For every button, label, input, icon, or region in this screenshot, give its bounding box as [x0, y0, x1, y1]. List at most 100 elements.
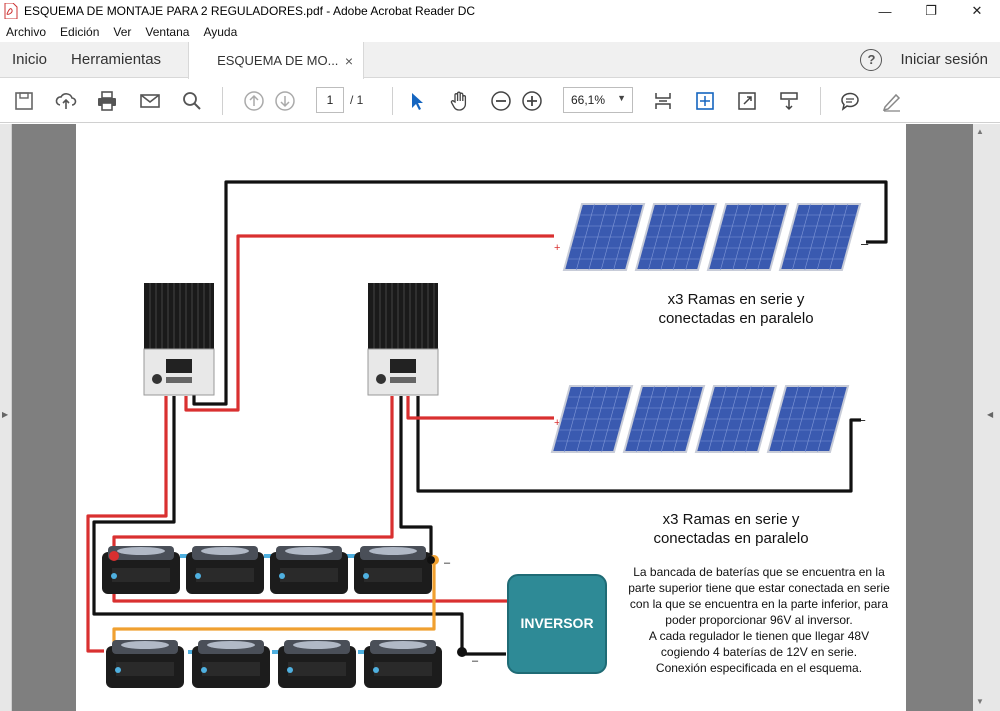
toolbar: [0, 79, 1000, 123]
zoom-out-icon[interactable]: [489, 89, 513, 113]
signin-link[interactable]: Iniciar sesión: [900, 51, 988, 68]
help-icon[interactable]: ?: [860, 48, 883, 71]
window-title: ESQUEMA DE MONTAJE PARA 2 REGULADORES.pd…: [24, 4, 476, 18]
tab-spacer: [364, 42, 860, 77]
wire-negative-reg2-battery: [399, 396, 433, 560]
solar-panel: [634, 203, 718, 271]
scroll-mode-icon[interactable]: [777, 89, 801, 113]
print-icon[interactable]: [95, 89, 119, 113]
charge-regulators-group: [143, 283, 439, 396]
menu-ver[interactable]: Ver: [113, 25, 131, 39]
document-viewer: ◀ ▲ ◀ ▼ + – + – – – INVERSOR x3 Ramas en…: [0, 124, 1000, 711]
charge-regulator: [143, 283, 215, 396]
label-top-array: x3 Ramas en serie y conectadas en parale…: [606, 290, 866, 328]
toolbar-separator: [820, 87, 821, 115]
scroll-up-icon[interactable]: ▲: [976, 127, 984, 136]
solar-panel: [706, 203, 790, 271]
note-line: poder proporcionar 96V al inversor.: [665, 613, 853, 627]
tab-bar: Inicio Herramientas ESQUEMA DE MO... × ?…: [0, 42, 1000, 79]
note-line: La bancada de baterías que se encuentra …: [633, 565, 885, 579]
chevron-down-icon: ▼: [617, 93, 626, 103]
right-panel-rail[interactable]: ▲ ◀ ▼: [973, 124, 1000, 711]
inverter-label: INVERSOR: [520, 615, 593, 631]
expand-right-panel-icon[interactable]: ◀: [987, 410, 993, 419]
solar-panel: [694, 385, 778, 453]
battery: [364, 640, 442, 688]
title-bar: ESQUEMA DE MONTAJE PARA 2 REGULADORES.pd…: [0, 0, 1000, 22]
expand-left-panel-icon[interactable]: ◀: [2, 410, 8, 419]
battery: [106, 640, 184, 688]
terminal-dot: [427, 556, 435, 564]
batteries-group: [102, 546, 442, 688]
upload-icon[interactable]: [54, 89, 78, 113]
wire-positive-mid-array: [406, 396, 554, 420]
solar-panel: [766, 385, 850, 453]
explanation-note: La bancada de baterías que se encuentra …: [614, 564, 904, 676]
menu-edicion[interactable]: Edición: [60, 25, 99, 39]
toolbar-separator: [222, 87, 223, 115]
label-top-line2: conectadas en paralelo: [658, 310, 814, 327]
search-icon[interactable]: [180, 89, 204, 113]
charge-regulator: [367, 283, 439, 396]
hand-icon[interactable]: [447, 89, 471, 113]
save-icon[interactable]: [12, 89, 36, 113]
prev-page-icon[interactable]: [242, 89, 266, 113]
menu-archivo[interactable]: Archivo: [6, 25, 46, 39]
terminal-dot: [109, 551, 119, 561]
label-top-line1: x3 Ramas en serie y: [667, 291, 805, 308]
note-line: con la que se encuentra en la parte infe…: [629, 597, 889, 611]
terminal-dot: [457, 647, 467, 657]
select-arrow-icon[interactable]: [405, 89, 429, 113]
label-mid-array: x3 Ramas en serie y conectadas en parale…: [601, 510, 861, 548]
minus-sign-top: –: [861, 236, 869, 251]
minimize-button[interactable]: —: [862, 0, 908, 22]
note-line: cogiendo 4 baterías de 12V en serie.: [660, 645, 858, 659]
next-page-icon[interactable]: [273, 89, 297, 113]
minus-sign-mid: –: [858, 412, 866, 427]
comment-icon[interactable]: [838, 89, 862, 113]
wire-negative-reg1-battery: [92, 396, 464, 654]
solar-panel: [562, 203, 646, 271]
email-icon[interactable]: [138, 89, 162, 113]
read-mode-icon[interactable]: [735, 89, 759, 113]
menu-bar: Archivo Edición Ver Ventana Ayuda: [0, 22, 1000, 42]
label-mid-line2: conectadas en paralelo: [653, 530, 809, 547]
zoom-in-icon[interactable]: [520, 89, 544, 113]
plus-sign-top: +: [554, 242, 560, 254]
battery: [354, 546, 432, 594]
note-line: parte superior tiene que estar conectada…: [628, 581, 890, 595]
pdf-page: + – + – – – + INVERSOR x3 Ramas en serie…: [76, 124, 906, 711]
tab-document[interactable]: ESQUEMA DE MO... ×: [188, 42, 365, 79]
minus-sign-battery-top: –: [444, 557, 451, 569]
zoom-select[interactable]: 66,1% ▼: [563, 87, 633, 113]
tab-inicio[interactable]: Inicio: [0, 42, 59, 77]
page-number-input[interactable]: 1: [316, 87, 344, 113]
fit-page-icon[interactable]: [651, 89, 675, 113]
battery: [270, 546, 348, 594]
solar-panel: [778, 203, 862, 271]
close-tab-icon[interactable]: ×: [345, 53, 353, 69]
restore-button[interactable]: ❐: [908, 0, 954, 22]
solar-panels-group: [550, 203, 862, 453]
label-mid-line1: x3 Ramas en serie y: [662, 511, 800, 528]
left-panel-rail[interactable]: ◀: [0, 124, 12, 711]
battery: [186, 546, 264, 594]
scroll-down-icon[interactable]: ▼: [976, 697, 984, 706]
toolbar-separator: [392, 87, 393, 115]
document-tab-label: ESQUEMA DE MO...: [217, 53, 339, 68]
page-total: / 1: [350, 93, 364, 107]
menu-ayuda[interactable]: Ayuda: [203, 25, 237, 39]
close-window-button[interactable]: ✕: [954, 0, 1000, 22]
tab-herramientas[interactable]: Herramientas: [59, 42, 173, 77]
inverter: INVERSOR: [507, 574, 607, 674]
minus-sign-battery-bottom: –: [472, 655, 479, 667]
zoom-value: 66,1%: [571, 93, 606, 107]
note-line: Conexión especificada en el esquema.: [655, 661, 863, 675]
solar-panel: [622, 385, 706, 453]
sign-icon[interactable]: [880, 89, 904, 113]
battery: [192, 640, 270, 688]
menu-ventana[interactable]: Ventana: [145, 25, 189, 39]
note-line: A cada regulador le tienen que llegar 48…: [648, 629, 870, 643]
acrobat-pdf-icon: [4, 3, 18, 19]
full-screen-icon[interactable]: [693, 89, 717, 113]
